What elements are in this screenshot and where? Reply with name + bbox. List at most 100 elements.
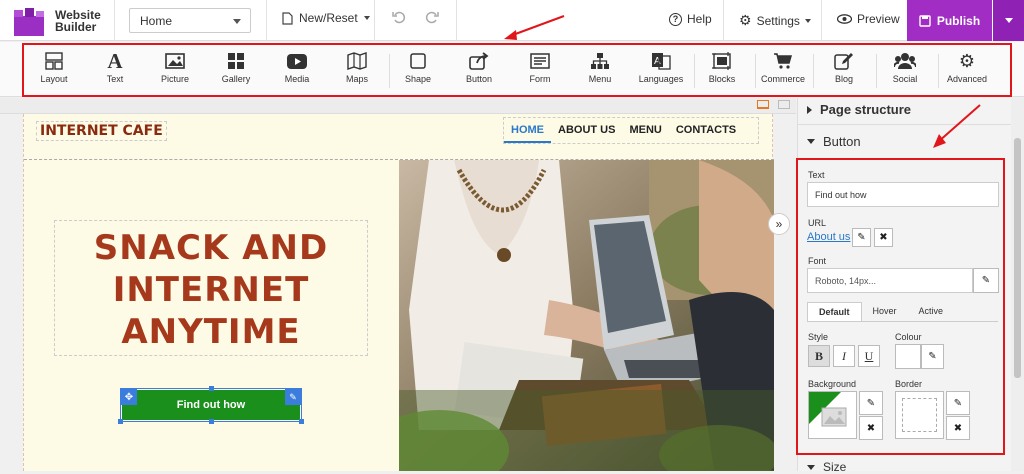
hero-headline[interactable]: SNACK AND INTERNET ANYTIME [54,220,368,356]
resize-handle[interactable] [299,419,304,424]
tool-languages[interactable]: A Languages [635,50,687,90]
size-section-header[interactable]: Size [807,460,846,474]
pencil-icon[interactable]: ✎ [973,268,999,293]
move-icon[interactable]: ✥ [121,389,137,405]
text-icon: A [107,48,123,73]
bold-icon: B [814,348,823,363]
redo-icon[interactable] [424,9,444,29]
question-icon: ? [669,12,682,26]
tool-picture[interactable]: Picture [149,50,201,90]
tab-active[interactable]: Active [908,302,955,321]
divider [821,0,822,41]
pencil-icon[interactable]: ✎ [921,344,944,369]
tool-form[interactable]: Form [514,50,566,90]
selected-button-frame[interactable]: Find out how ✥ ✎ [118,386,304,424]
tool-advanced[interactable]: ⚙ Advanced [941,50,993,90]
page-select[interactable]: Home [129,8,251,33]
pencil-icon[interactable]: ✎ [285,389,301,405]
button-text-input[interactable]: Find out how [807,182,999,207]
help-button[interactable]: ? Help [669,12,712,26]
hero-photo[interactable] [399,160,774,471]
find-out-how-button[interactable]: Find out how [122,390,300,420]
nav-item-home[interactable]: HOME [504,118,551,143]
app-logo[interactable]: Website Builder [10,5,122,37]
toolbar-divider [389,54,390,88]
border-label: Border [895,379,923,389]
nav-item-contacts[interactable]: CONTACTS [669,118,743,143]
menu-icon [574,50,626,72]
top-bar: Website Builder Home New/Reset ? Help ⚙ … [0,0,1024,41]
tool-label: Layout [40,74,68,84]
preview-label: Preview [857,12,900,26]
divider [723,0,724,41]
tool-label: Blog [834,74,853,84]
page-structure-section[interactable]: Page structure [807,102,911,117]
preview-button[interactable]: Preview [837,12,900,26]
style-label: Style [808,332,829,342]
divider [266,0,267,41]
new-reset-button[interactable]: New/Reset [282,11,370,25]
tool-media[interactable]: Media [271,50,323,90]
toolbar-divider [813,54,814,88]
state-tabs: Default Hover Active [807,302,998,322]
tool-maps[interactable]: Maps [331,50,383,90]
tool-commerce[interactable]: Commerce [757,50,809,90]
languages-icon: A [635,50,687,72]
picture-icon [149,50,201,72]
people-with-laptop-image [399,160,774,471]
pencil-icon[interactable]: ✎ [859,391,883,415]
media-icon [271,50,323,72]
collapse-panel-button[interactable]: » [768,213,790,235]
tool-layout[interactable]: Layout [28,50,80,90]
site-nav[interactable]: HOME ABOUT US MENU CONTACTS [503,117,759,144]
tool-blocks[interactable]: Blocks [696,50,748,90]
undo-icon[interactable] [391,9,411,29]
publish-button[interactable]: Publish [907,0,992,41]
pencil-icon[interactable]: ✎ [852,228,871,247]
close-icon[interactable]: ✖ [946,416,970,440]
button-section-header[interactable]: Button [807,134,861,149]
desktop-view-icon[interactable] [757,100,769,109]
new-reset-label: New/Reset [299,11,358,25]
background-label: Background [808,379,857,389]
tool-menu[interactable]: Menu [574,50,626,90]
bold-button[interactable]: B [808,345,830,367]
settings-button[interactable]: ⚙ Settings [739,12,811,29]
chevron-down-icon [804,18,811,23]
resize-handle[interactable] [209,386,214,391]
colour-swatch[interactable] [895,344,921,369]
border-swatch[interactable] [895,391,944,439]
nav-item-about-us[interactable]: ABOUT US [551,118,622,143]
page-canvas[interactable]: INTERNET CAFE HOME ABOUT US MENU CONTACT… [23,114,774,471]
panel-scrollbar[interactable] [1011,98,1024,471]
tool-blog[interactable]: Blog [818,50,870,90]
button-icon [453,50,505,72]
tab-hover[interactable]: Hover [862,302,908,321]
background-swatch[interactable] [808,391,857,439]
tool-shape[interactable]: Shape [392,50,444,90]
scrollbar-thumb[interactable] [1014,138,1021,378]
tool-label: Text [106,74,124,84]
blocks-icon [696,50,748,72]
site-logo[interactable]: INTERNET CAFE [36,121,167,141]
pencil-icon[interactable]: ✎ [946,391,970,415]
tool-button[interactable]: Button [453,50,505,90]
double-chevron-right-icon: » [775,217,783,231]
url-link[interactable]: About us [807,231,850,243]
publish-dropdown-button[interactable] [993,0,1024,41]
mobile-view-icon[interactable] [778,100,790,109]
tool-social[interactable]: Social [879,50,931,90]
tool-gallery[interactable]: Gallery [210,50,262,90]
help-label: Help [687,12,712,26]
tab-default[interactable]: Default [807,302,862,321]
nav-item-menu[interactable]: MENU [622,118,668,143]
close-icon[interactable]: ✖ [859,416,883,440]
resize-handle[interactable] [118,419,123,424]
tool-text[interactable]: A Text [89,48,141,90]
layout-icon [28,50,80,72]
underline-button[interactable]: U [858,345,880,367]
close-icon[interactable]: ✖ [874,228,893,247]
resize-handle[interactable] [209,419,214,424]
italic-button[interactable]: I [833,345,855,367]
font-select[interactable]: Roboto, 14px... [807,268,973,293]
